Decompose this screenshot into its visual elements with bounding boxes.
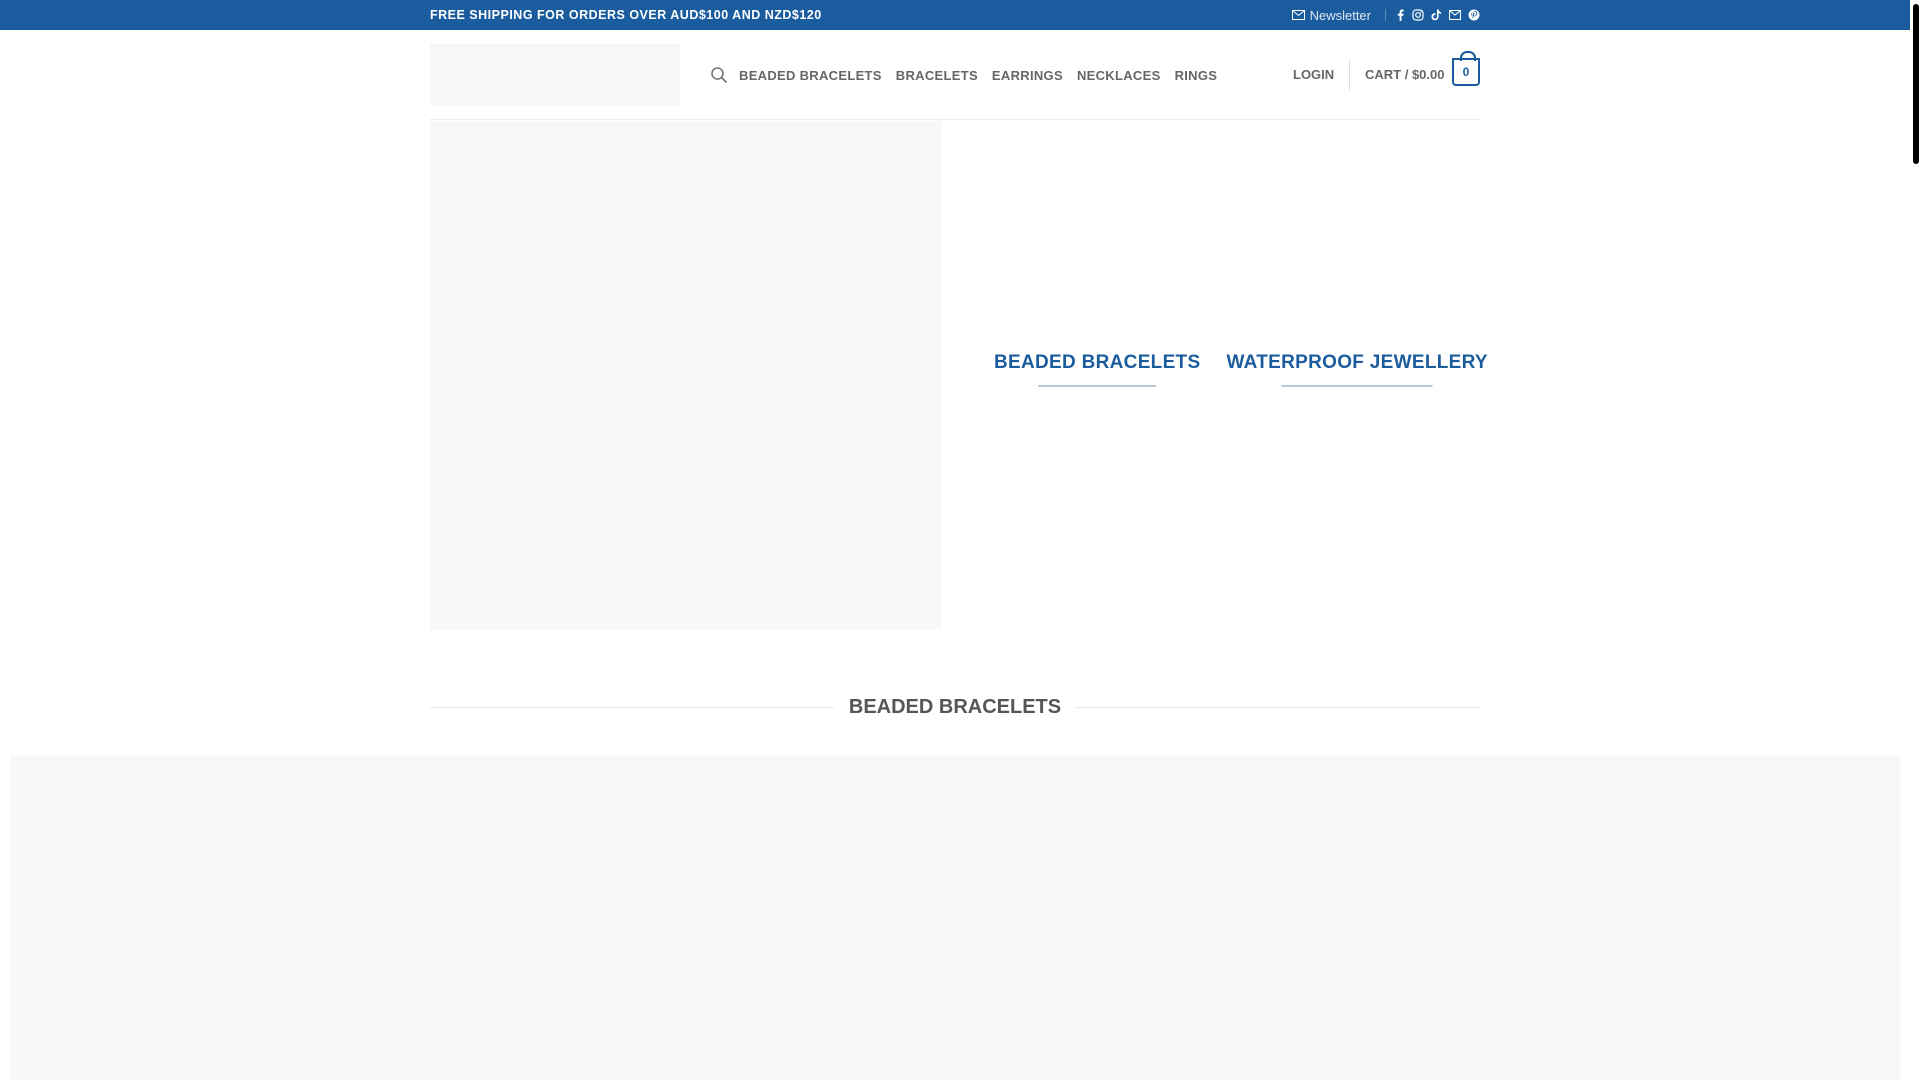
tiktok-icon[interactable]	[1431, 9, 1442, 21]
envelope-icon	[1291, 10, 1305, 20]
nav-earrings[interactable]: EARRINGS	[992, 68, 1063, 83]
link-underline	[1038, 385, 1157, 387]
nav-bracelets[interactable]: BRACELETS	[896, 68, 978, 83]
nav-rings[interactable]: RINGS	[1175, 68, 1218, 83]
scrollbar-thumb[interactable]	[1913, 4, 1919, 164]
instagram-icon[interactable]	[1412, 9, 1424, 21]
email-icon[interactable]	[1449, 10, 1461, 20]
pinterest-icon[interactable]	[1468, 9, 1480, 21]
top-bar-inner: FREE SHIPPING FOR ORDERS OVER AUD$100 AN…	[430, 0, 1480, 30]
cart-bag-icon[interactable]: 0	[1452, 51, 1480, 86]
hero-link-label: WATERPROOF JEWELLERY	[1226, 352, 1488, 373]
heading-rule-left	[430, 706, 834, 708]
search-icon[interactable]	[710, 66, 728, 84]
cart-count: 0	[1462, 65, 1470, 79]
hero-link-label: BEADED BRACELETS	[994, 352, 1201, 373]
nav-beaded-bracelets[interactable]: BEADED BRACELETS	[739, 68, 882, 83]
newsletter-label: Newsletter	[1309, 7, 1371, 23]
top-bar: FREE SHIPPING FOR ORDERS OVER AUD$100 AN…	[0, 0, 1910, 30]
hero-image	[430, 121, 941, 630]
page-scrollbar[interactable]	[1910, 0, 1920, 1080]
facebook-icon[interactable]	[1396, 9, 1405, 21]
header-divider	[1349, 60, 1350, 90]
social-icons	[1385, 9, 1480, 21]
main-nav: BEADED BRACELETS BRACELETS EARRINGS NECK…	[739, 30, 1217, 120]
hero-link-waterproof-jewellery[interactable]: WATERPROOF JEWELLERY	[1226, 352, 1488, 387]
link-underline	[1281, 385, 1433, 387]
site-header: BEADED BRACELETS BRACELETS EARRINGS NECK…	[0, 30, 1910, 120]
free-shipping-text: FREE SHIPPING FOR ORDERS OVER AUD$100 AN…	[430, 8, 822, 22]
section-title: BEADED BRACELETS	[848, 695, 1062, 718]
section-heading: BEADED BRACELETS	[430, 692, 1480, 722]
newsletter-link[interactable]: Newsletter	[1291, 7, 1371, 23]
hero-link-beaded-bracelets[interactable]: BEADED BRACELETS	[994, 352, 1201, 387]
site-logo[interactable]	[430, 44, 680, 106]
nav-necklaces[interactable]: NECKLACES	[1077, 68, 1161, 83]
header-inner: BEADED BRACELETS BRACELETS EARRINGS NECK…	[430, 30, 1480, 120]
product-banner	[10, 756, 1900, 1080]
cart-link[interactable]: CART / $0.00	[1365, 67, 1444, 82]
top-bar-right: Newsletter	[1291, 7, 1480, 23]
heading-rule-right	[1076, 706, 1480, 708]
login-link[interactable]: LOGIN	[1293, 67, 1334, 82]
hero-category-links: BEADED BRACELETS WATERPROOF JEWELLERY	[994, 352, 1488, 387]
